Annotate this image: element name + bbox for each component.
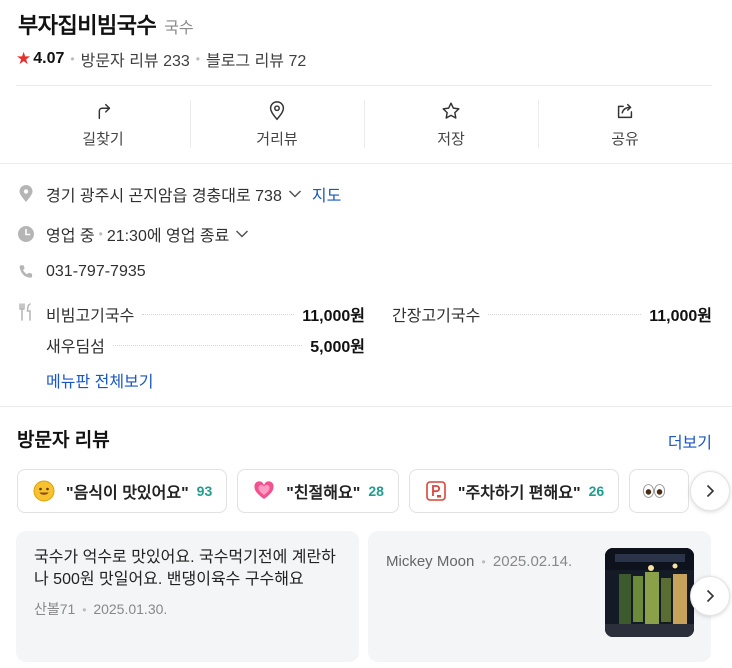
- keywords-next-button[interactable]: [690, 471, 730, 511]
- share-button[interactable]: 공유: [538, 86, 712, 163]
- menu-item: 비빔고기국수 11,000원: [46, 302, 365, 326]
- separator-dot: •: [82, 603, 87, 617]
- directions-button[interactable]: 길찾기: [16, 86, 190, 163]
- chevron-right-icon: [706, 484, 715, 498]
- pin-icon: [269, 101, 285, 121]
- blog-review-count[interactable]: 블로그 리뷰 72: [206, 47, 306, 71]
- keyword-text: "음식이 맛있어요": [66, 485, 189, 502]
- visitor-review-count[interactable]: 방문자 리뷰 233: [81, 47, 190, 71]
- place-category: 국수: [164, 20, 194, 37]
- dotted-leader: [112, 344, 303, 346]
- review-card[interactable]: Mickey Moon • 2025.02.14.: [368, 531, 711, 662]
- review-meta: 산볼71 • 2025.01.30.: [34, 599, 341, 619]
- view-full-menu-link[interactable]: 메뉴판 전체보기: [46, 368, 154, 392]
- reviews-next-button[interactable]: [690, 576, 730, 616]
- menu-item-price: 11,000원: [649, 308, 712, 325]
- hours-row: 영업 중 • 21:30에 영업 종료: [16, 222, 249, 246]
- phone-number[interactable]: 031-797-7935: [46, 263, 146, 281]
- save-label: 저장: [437, 131, 465, 148]
- utensils-icon: [16, 302, 36, 322]
- menu-item-name: 새우딤섬: [46, 339, 105, 356]
- rating-score: 4.07: [33, 50, 65, 67]
- closing-time: 21:30에 영업 종료: [106, 228, 230, 245]
- streetview-button[interactable]: 거리뷰: [190, 86, 364, 163]
- reviews-section-title: 방문자 리뷰: [17, 430, 110, 451]
- review-card[interactable]: 국수가 억수로 맛있어요. 국수먹기전에 계란하나 500원 맛일어요. 밴댕이…: [16, 531, 359, 662]
- eyes-emoji-icon: [642, 479, 666, 503]
- review-date: 2025.02.14.: [492, 553, 573, 570]
- divider: [0, 406, 732, 407]
- keyword-text: "주차하기 편해요": [457, 485, 581, 502]
- divider: [0, 163, 732, 164]
- share-icon: [617, 103, 633, 119]
- review-date: 2025.01.30.: [93, 601, 168, 617]
- place-name: 부자집비빔국수: [18, 13, 157, 38]
- action-bar: 길찾기 거리뷰 저장 공유: [16, 86, 712, 163]
- phone-icon: [16, 262, 36, 282]
- address-text: 경기 광주시 곤지암읍 경충대로 738: [46, 188, 282, 205]
- parking-icon: [424, 479, 448, 503]
- menu-item: 간장고기국수 11,000원: [392, 302, 712, 326]
- chevron-down-icon[interactable]: [288, 189, 302, 199]
- smile-emoji-icon: [32, 479, 56, 503]
- menu-item: 새우딤섬 5,000원: [46, 333, 365, 357]
- map-link[interactable]: 지도: [312, 182, 341, 206]
- dotted-leader: [142, 313, 295, 315]
- open-status: 영업 중: [46, 228, 95, 245]
- keyword-chip[interactable]: "친절해요" 28: [237, 469, 399, 513]
- menu-item-name: 비빔고기국수: [46, 308, 135, 325]
- star-icon: ★: [16, 49, 32, 68]
- menu-item-price: 11,000원: [302, 308, 365, 325]
- separator-dot: •: [195, 52, 200, 66]
- dotted-leader: [488, 313, 642, 315]
- keyword-count: 28: [368, 483, 384, 499]
- more-reviews-link[interactable]: 더보기: [668, 429, 712, 453]
- save-button[interactable]: 저장: [364, 86, 538, 163]
- keyword-chip[interactable]: "주차하기 편해요" 26: [408, 469, 620, 513]
- keyword-count: 26: [588, 483, 605, 499]
- separator-dot: •: [70, 52, 75, 66]
- chevron-right-icon: [706, 589, 715, 603]
- separator-dot: •: [481, 555, 486, 569]
- address-row: 경기 광주시 곤지암읍 경충대로 738 지도: [16, 182, 341, 206]
- review-author: Mickey Moon: [386, 553, 475, 570]
- heart-emoji-icon: [252, 479, 276, 503]
- review-photo[interactable]: [605, 548, 694, 637]
- menu-item-price: 5,000원: [310, 339, 365, 356]
- phone-row: 031-797-7935: [16, 262, 146, 282]
- keyword-chip-list: "음식이 맛있어요" 93 "친절해요" 28 "주차하기 편해요" 26: [17, 469, 690, 513]
- streetview-label: 거리뷰: [256, 131, 298, 148]
- menu-item-name: 간장고기국수: [392, 308, 481, 325]
- share-label: 공유: [611, 131, 639, 148]
- rating-row: ★ 4.07 • 방문자 리뷰 233 • 블로그 리뷰 72: [16, 47, 306, 71]
- keyword-count: 93: [196, 483, 213, 499]
- review-text: 국수가 억수로 맛있어요. 국수먹기전에 계란하나 500원 맛일어요. 밴댕이…: [34, 549, 336, 588]
- keyword-chip[interactable]: "음식이 맛있어요" 93: [17, 469, 228, 513]
- directions-label: 길찾기: [82, 131, 124, 148]
- star-outline-icon: [442, 102, 460, 119]
- place-header: 부자집비빔국수 국수: [18, 8, 194, 40]
- directions-icon: [98, 103, 111, 120]
- review-author: 산볼71: [34, 601, 76, 617]
- location-icon: [16, 184, 36, 204]
- clock-icon: [16, 224, 36, 244]
- keyword-chip[interactable]: [629, 469, 690, 513]
- keyword-text: "친절해요": [286, 485, 361, 502]
- chevron-down-icon[interactable]: [235, 229, 249, 239]
- separator-dot: •: [98, 227, 103, 241]
